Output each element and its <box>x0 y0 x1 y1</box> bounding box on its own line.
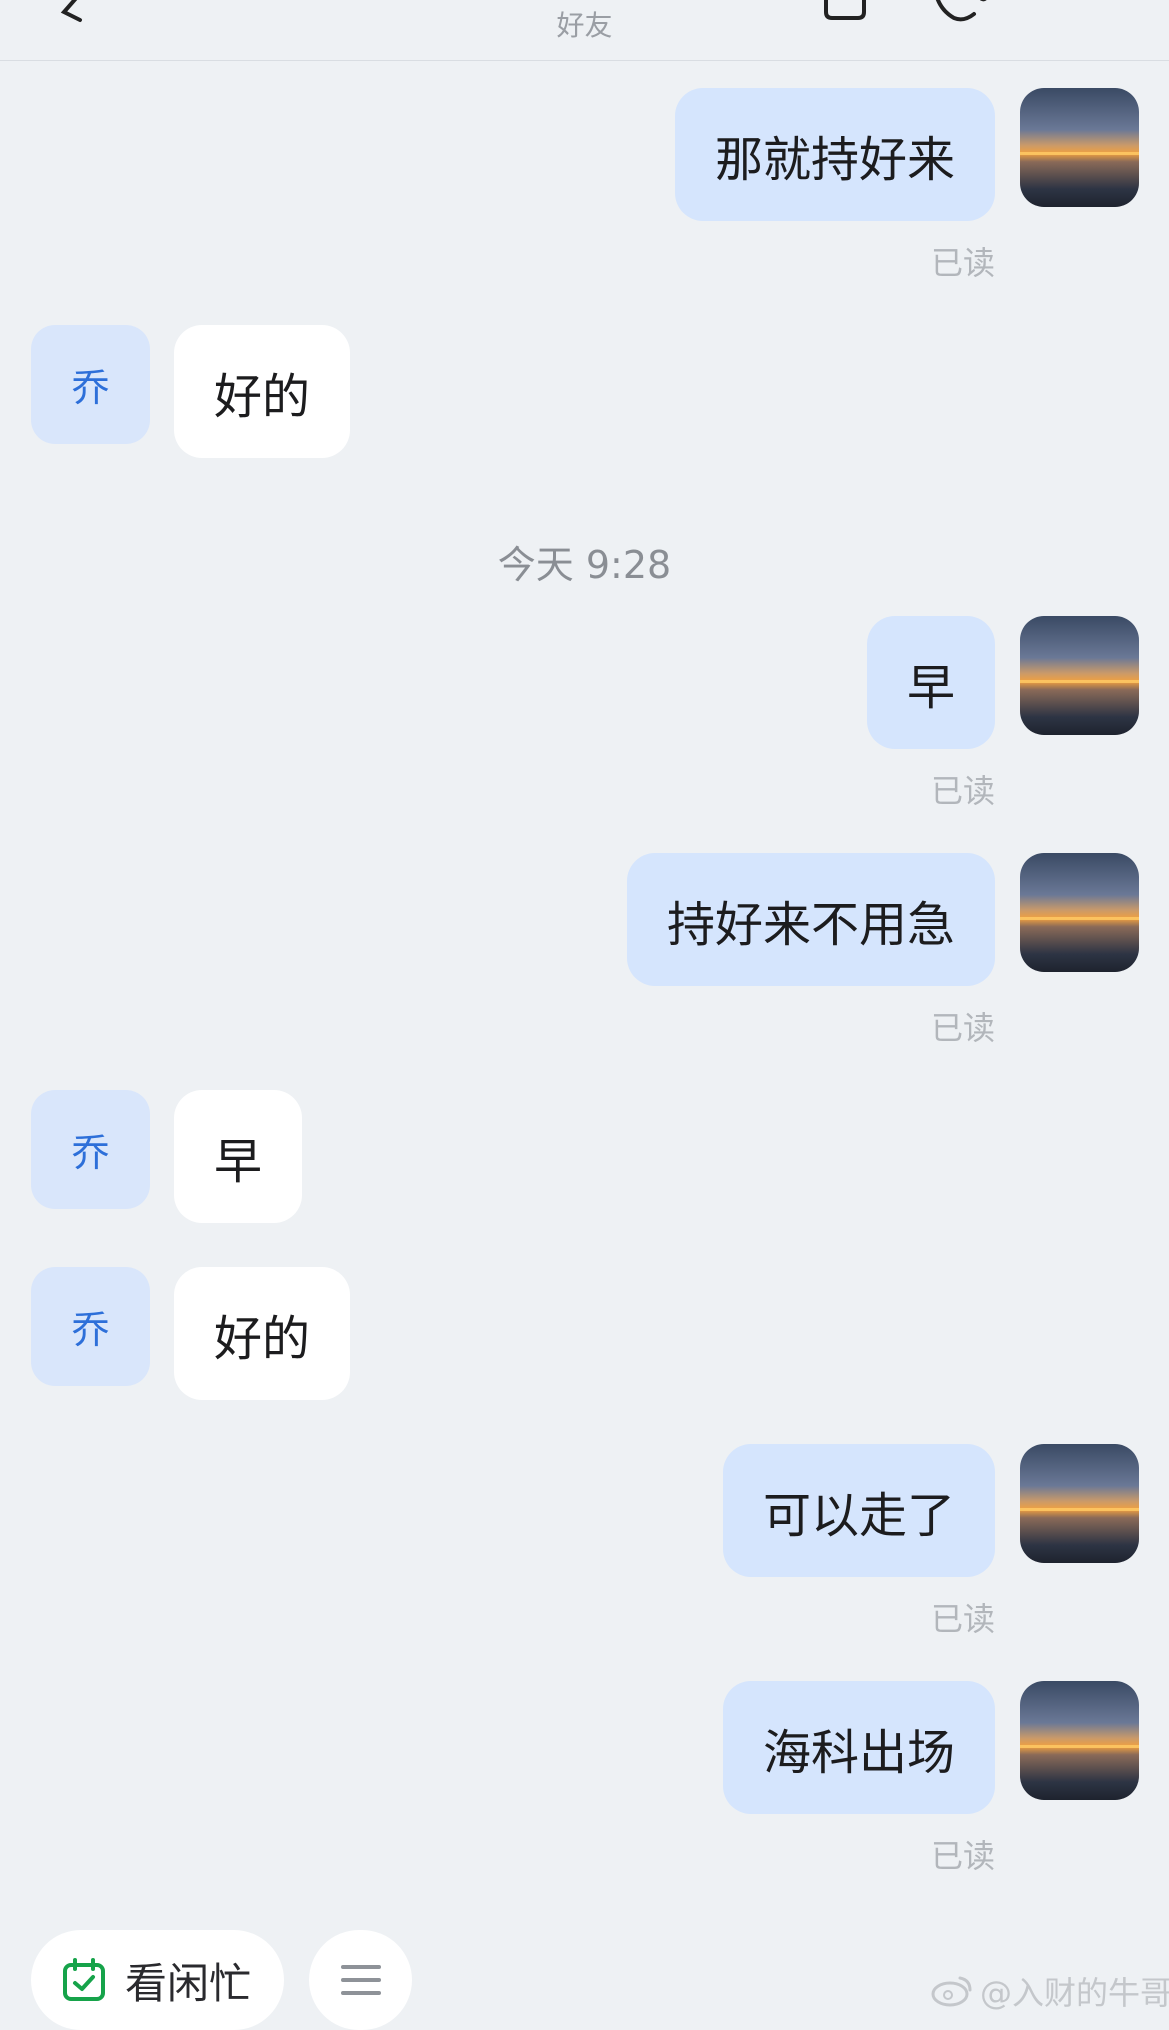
read-status: 已读 <box>930 1009 995 1047</box>
contact-avatar[interactable]: 乔 <box>31 1267 150 1386</box>
watermark: @入财的牛哥 <box>930 1968 1169 2014</box>
my-avatar[interactable] <box>1020 853 1139 972</box>
read-status: 已读 <box>930 1600 995 1638</box>
incoming-message-bubble[interactable]: 好的 <box>174 325 351 458</box>
outgoing-message-bubble[interactable]: 那就持好来 <box>674 88 995 221</box>
my-avatar[interactable] <box>1020 88 1139 207</box>
menu-button[interactable] <box>309 1930 412 2030</box>
contact-avatar[interactable]: 乔 <box>31 325 150 444</box>
outgoing-message-bubble[interactable]: 持好来不用急 <box>626 853 995 986</box>
busy-status-button[interactable]: 看闲忙 <box>31 1930 284 2030</box>
contact-avatar[interactable]: 乔 <box>31 1090 150 1209</box>
call-icon[interactable] <box>930 0 1000 24</box>
my-avatar[interactable] <box>1020 616 1139 735</box>
menu-icon <box>340 1965 381 1995</box>
weibo-logo-icon <box>931 1976 972 2007</box>
incoming-message-bubble[interactable]: 好的 <box>174 1267 351 1400</box>
timestamp-separator: 今天 9:28 <box>497 543 672 587</box>
my-avatar[interactable] <box>1020 1681 1139 1800</box>
read-status: 已读 <box>930 244 995 282</box>
outgoing-message-bubble[interactable]: 可以走了 <box>722 1444 995 1577</box>
my-avatar[interactable] <box>1020 1444 1139 1563</box>
watermark-text: @入财的牛哥 <box>980 1974 1169 2012</box>
incoming-message-bubble[interactable]: 早 <box>174 1090 303 1223</box>
read-status: 已读 <box>930 1837 995 1875</box>
outgoing-message-bubble[interactable]: 海科出场 <box>722 1681 995 1814</box>
outgoing-message-bubble[interactable]: 早 <box>866 616 995 749</box>
chat-header: 好友 <box>0 0 1169 61</box>
busy-status-label: 看闲忙 <box>125 1958 252 2008</box>
read-status: 已读 <box>930 772 995 810</box>
calendar-check-icon <box>63 1958 105 2001</box>
phone-device-icon[interactable] <box>820 0 870 24</box>
